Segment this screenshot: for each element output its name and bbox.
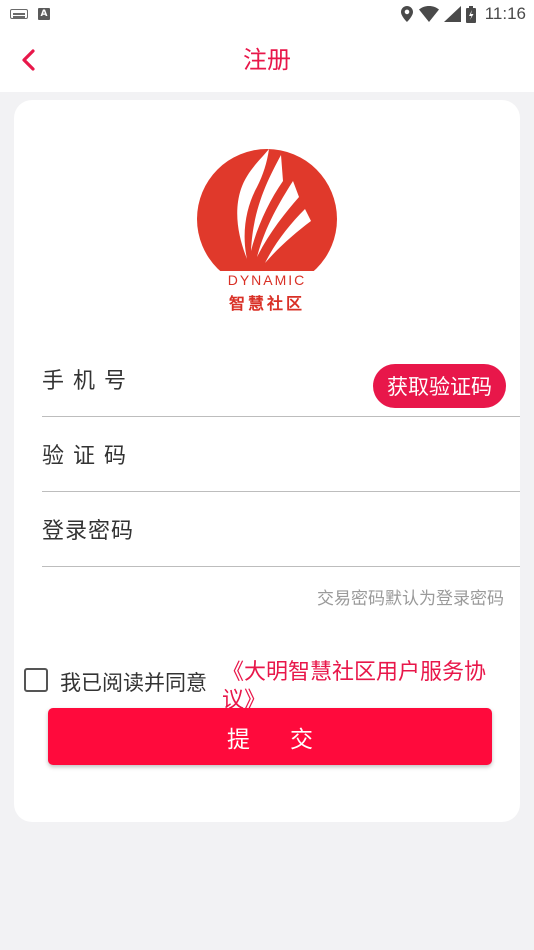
code-input[interactable] xyxy=(152,417,380,491)
password-label: 登录密码 xyxy=(42,519,135,544)
agree-text: 我已阅读并同意 xyxy=(60,671,207,695)
phone-label: 手 机 号 xyxy=(42,369,127,394)
password-input[interactable] xyxy=(152,492,380,566)
nav-bar: 注册 xyxy=(0,28,534,92)
clock: 11:16 xyxy=(484,4,526,23)
status-left: A xyxy=(10,8,50,20)
wifi-icon xyxy=(418,6,439,22)
a-icon: A xyxy=(38,8,50,20)
location-icon xyxy=(400,6,413,22)
get-code-button[interactable]: 获取验证码 xyxy=(373,364,506,408)
back-button[interactable] xyxy=(10,42,46,78)
logo-text-en: DYNAMIC xyxy=(227,272,307,288)
battery-icon xyxy=(465,5,476,23)
logo-text-cn: 智慧社区 xyxy=(228,294,305,313)
app-logo xyxy=(195,149,339,313)
submit-button[interactable]: 提交 xyxy=(48,708,492,765)
phone-field[interactable]: 手 机 号 获取验证码 xyxy=(42,342,520,417)
phone-input[interactable] xyxy=(152,342,380,416)
agree-checkbox[interactable] xyxy=(24,668,48,692)
keyboard-icon xyxy=(10,9,28,19)
status-right: 11:16 xyxy=(400,4,526,24)
code-field[interactable]: 验 证 码 xyxy=(42,417,520,492)
signal-icon xyxy=(443,6,461,22)
page-title: 注册 xyxy=(243,46,291,74)
password-hint: 交易密码默认为登录密码 xyxy=(317,589,504,609)
password-field[interactable]: 登录密码 xyxy=(42,492,520,567)
code-label: 验 证 码 xyxy=(42,444,127,469)
status-bar: A 11:16 xyxy=(0,0,534,28)
chevron-left-icon xyxy=(22,49,35,71)
